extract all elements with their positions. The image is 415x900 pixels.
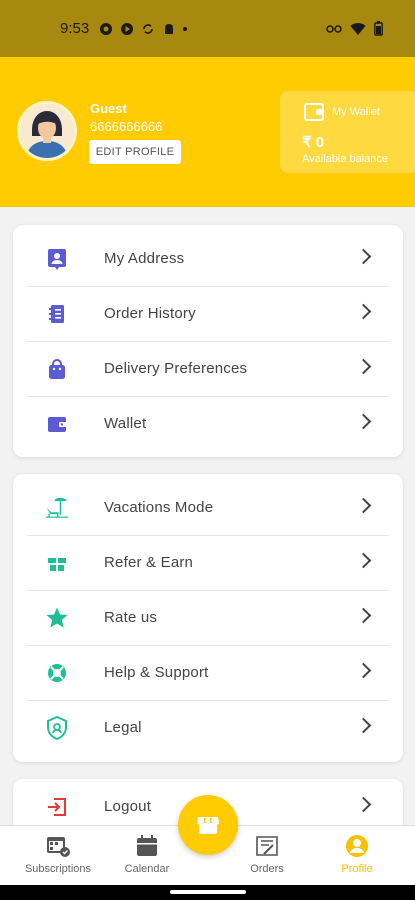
menu-item-label: Delivery Preferences <box>104 360 248 377</box>
logout-icon <box>45 795 69 819</box>
menu-item-legal[interactable]: Legal <box>13 700 403 755</box>
avatar-illustration <box>20 104 74 158</box>
battery-icon <box>374 21 383 36</box>
menu-item-help-support[interactable]: Help & Support <box>13 645 403 700</box>
chevron-right-icon <box>355 303 372 320</box>
wallet-card[interactable]: My Wallet ₹ 0 Available balance <box>280 91 415 173</box>
delivery-bag-icon <box>45 357 69 381</box>
shield-icon <box>45 715 69 740</box>
status-time: 9:53 <box>60 20 90 37</box>
user-phone: 6666666666 <box>90 119 163 134</box>
user-name: Guest <box>90 101 127 116</box>
logout-label: Logout <box>104 798 152 815</box>
address-icon <box>45 247 69 271</box>
wallet-subtitle: Available balance <box>302 153 389 165</box>
menu-item-wallet[interactable]: Wallet <box>13 396 403 451</box>
nav-calendar[interactable]: Calendar <box>102 834 192 875</box>
nav-orders[interactable]: Orders <box>222 834 312 875</box>
calendar-icon <box>137 835 157 856</box>
wallet-title: My Wallet <box>332 106 380 118</box>
shop-fab-button[interactable] <box>178 795 238 855</box>
wallet-icon <box>45 412 69 436</box>
avatar[interactable] <box>17 101 77 161</box>
chevron-right-icon <box>355 413 372 430</box>
beach-chair-icon <box>45 496 69 520</box>
chevron-right-icon <box>355 796 372 813</box>
menu-item-label: Help & Support <box>104 664 209 681</box>
sync-icon <box>143 23 154 34</box>
edit-profile-button[interactable]: EDIT PROFILE <box>89 140 181 164</box>
menu-item-delivery-preferences[interactable]: Delivery Preferences <box>13 341 403 396</box>
chevron-right-icon <box>355 607 372 624</box>
subscriptions-icon <box>47 837 70 857</box>
menu-item-label: Rate us <box>104 609 158 626</box>
more-menu-card: Vacations Mode Refer & Earn Rate us Help… <box>13 474 403 762</box>
chevron-right-icon <box>355 662 372 679</box>
chevron-right-icon <box>355 358 372 375</box>
nav-label: Subscriptions <box>24 863 92 875</box>
notification-icons <box>99 22 188 36</box>
menu-item-label: Vacations Mode <box>104 499 214 516</box>
system-icons <box>326 21 383 36</box>
chevron-right-icon <box>355 497 372 514</box>
menu-item-rate-us[interactable]: Rate us <box>13 590 403 645</box>
nav-label: Calendar <box>124 863 170 875</box>
app-notification-icon <box>100 22 113 35</box>
star-icon <box>45 606 69 630</box>
menu-item-refer-earn[interactable]: Refer & Earn <box>13 535 403 590</box>
lifebuoy-icon <box>45 661 69 685</box>
menu-item-my-address[interactable]: My Address <box>13 231 403 286</box>
chevron-right-icon <box>355 248 372 265</box>
account-menu-card: My Address Order History Delivery Prefer… <box>13 225 403 457</box>
wallet-amount: ₹ 0 <box>302 134 325 151</box>
order-history-icon <box>45 302 69 326</box>
menu-item-label: Legal <box>104 719 142 736</box>
home-indicator[interactable] <box>170 890 246 894</box>
gift-icon <box>45 551 69 575</box>
chevron-right-icon <box>355 552 372 569</box>
profile-icon <box>346 835 368 857</box>
menu-item-order-history[interactable]: Order History <box>13 286 403 341</box>
android-icon <box>165 23 174 34</box>
status-bar: 9:53 <box>0 0 415 57</box>
store-icon <box>197 817 219 834</box>
link-icon <box>326 24 342 33</box>
nav-profile[interactable]: Profile <box>312 834 402 875</box>
menu-item-label: My Address <box>104 250 185 267</box>
nav-label: Orders <box>250 863 284 875</box>
menu-item-vacations-mode[interactable]: Vacations Mode <box>13 480 403 535</box>
wifi-icon <box>350 22 366 35</box>
menu-item-label: Wallet <box>104 415 147 432</box>
chevron-right-icon <box>355 717 372 734</box>
menu-item-label: Order History <box>104 305 196 322</box>
nav-label: Profile <box>341 863 373 875</box>
profile-header: Guest 6666666666 EDIT PROFILE My Wallet … <box>0 57 415 207</box>
orders-icon <box>256 836 278 856</box>
play-icon <box>121 22 134 35</box>
wallet-card-icon <box>304 103 324 121</box>
nav-subscriptions[interactable]: Subscriptions <box>13 834 103 875</box>
menu-item-label: Refer & Earn <box>104 554 194 571</box>
